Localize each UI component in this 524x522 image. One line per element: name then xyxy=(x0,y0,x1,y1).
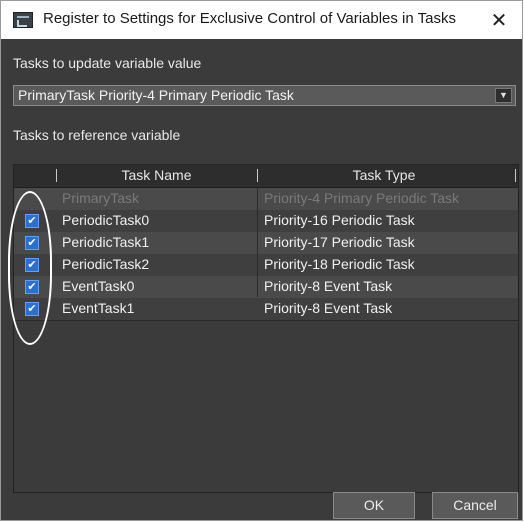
column-header-task-name[interactable]: Task Name xyxy=(57,167,256,183)
reference-tasks-table: Task Name Task Type PrimaryTask Priority-… xyxy=(13,164,519,493)
ok-button[interactable]: OK xyxy=(333,492,415,519)
task-name-cell: PrimaryTask xyxy=(62,190,140,206)
task-type-cell: Priority-4 Primary Periodic Task xyxy=(264,190,460,206)
column-divider xyxy=(257,187,258,297)
window-title: Register to Settings for Exclusive Contr… xyxy=(43,10,456,27)
app-icon xyxy=(13,12,33,28)
dialog-window: Register to Settings for Exclusive Contr… xyxy=(0,0,523,521)
column-header-task-type[interactable]: Task Type xyxy=(258,167,510,183)
column-separator[interactable] xyxy=(515,169,516,182)
task-name-cell: EventTask0 xyxy=(62,278,135,294)
checkbox[interactable]: ✔ xyxy=(25,258,39,272)
table-row[interactable]: ✔ EventTask0 Priority-8 Event Task xyxy=(14,276,518,299)
task-name-cell: EventTask1 xyxy=(62,300,135,316)
task-type-cell: Priority-18 Periodic Task xyxy=(264,256,415,272)
table-header: Task Name Task Type xyxy=(14,165,518,188)
title-bar: Register to Settings for Exclusive Contr… xyxy=(1,1,522,39)
update-task-selected-value: PrimaryTask Priority-4 Primary Periodic … xyxy=(18,87,294,103)
reference-tasks-label: Tasks to reference variable xyxy=(13,127,181,143)
task-type-cell: Priority-16 Periodic Task xyxy=(264,212,415,228)
checkbox[interactable]: ✔ xyxy=(25,280,39,294)
chevron-down-icon[interactable]: ▼ xyxy=(495,88,512,103)
checkbox[interactable]: ✔ xyxy=(25,236,39,250)
close-button[interactable]: ✕ xyxy=(476,1,522,39)
table-row[interactable]: ✔ EventTask1 Priority-8 Event Task xyxy=(14,298,518,321)
checkbox[interactable]: ✔ xyxy=(25,302,39,316)
table-row[interactable]: ✔ PeriodicTask0 Priority-16 Periodic Task xyxy=(14,210,518,233)
task-name-cell: PeriodicTask1 xyxy=(62,234,150,250)
update-task-select[interactable]: PrimaryTask Priority-4 Primary Periodic … xyxy=(13,85,516,106)
task-type-cell: Priority-8 Event Task xyxy=(264,278,393,294)
table-row: PrimaryTask Priority-4 Primary Periodic T… xyxy=(14,188,518,211)
task-name-cell: PeriodicTask2 xyxy=(62,256,150,272)
table-row[interactable]: ✔ PeriodicTask2 Priority-18 Periodic Task xyxy=(14,254,518,277)
task-type-cell: Priority-17 Periodic Task xyxy=(264,234,415,250)
task-type-cell: Priority-8 Event Task xyxy=(264,300,393,316)
task-name-cell: PeriodicTask0 xyxy=(62,212,150,228)
checkbox[interactable]: ✔ xyxy=(25,214,39,228)
update-tasks-label: Tasks to update variable value xyxy=(13,55,202,71)
table-row[interactable]: ✔ PeriodicTask1 Priority-17 Periodic Task xyxy=(14,232,518,255)
cancel-button[interactable]: Cancel xyxy=(432,492,518,519)
